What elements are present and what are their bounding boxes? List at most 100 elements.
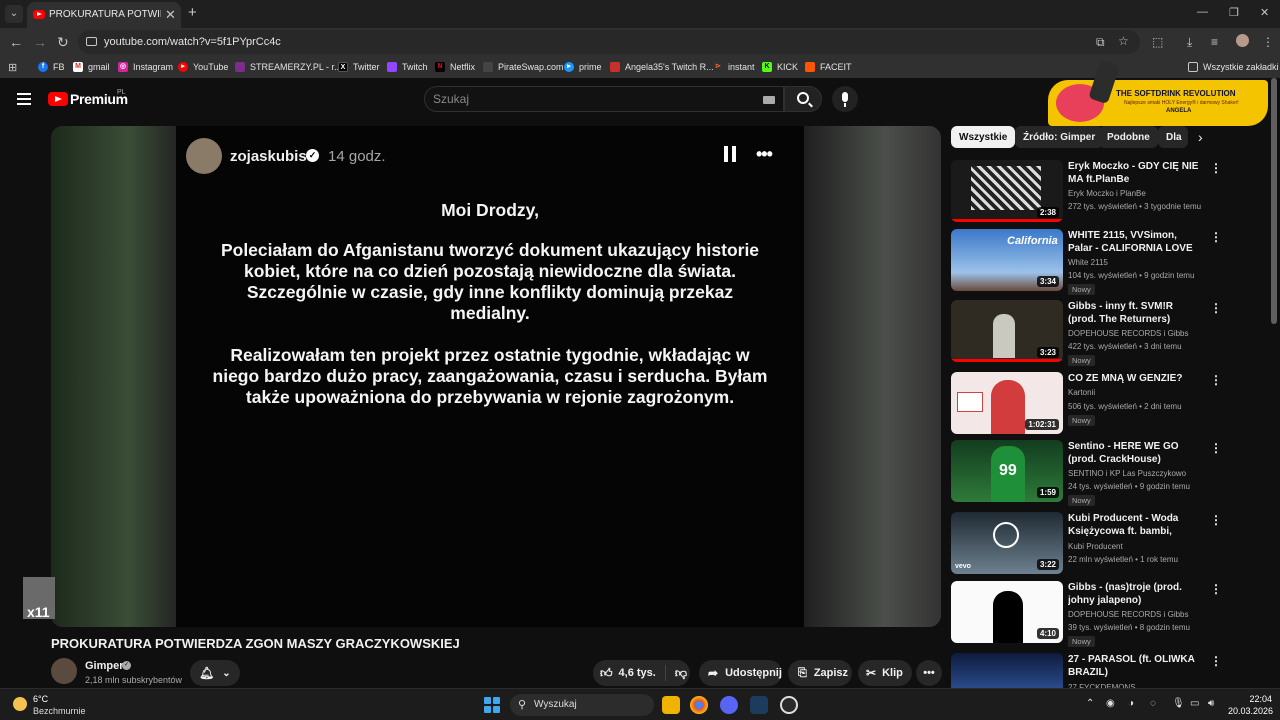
reload-icon[interactable]: ↻ xyxy=(57,34,69,51)
search-input[interactable] xyxy=(433,92,733,106)
url-text[interactable]: youtube.com/watch?v=5f1PYprCc4c xyxy=(104,36,281,48)
bookmark-youtube[interactable]: ▸ YouTube xyxy=(178,60,228,74)
tray-discord-icon[interactable]: ◑ xyxy=(1128,698,1134,709)
weather-description[interactable]: Bezchmurnie xyxy=(33,706,86,716)
rec-title[interactable]: Gibbs - (nas)troje (prod. johny jalapeno… xyxy=(1068,581,1203,607)
bookmark-prime[interactable]: ▸ prime xyxy=(564,60,602,74)
chip-for-you[interactable]: Dla xyxy=(1158,126,1188,148)
more-actions-button[interactable]: ••• xyxy=(916,660,942,686)
video-thumbnail[interactable]: California 3:34 xyxy=(951,229,1063,291)
video-thumbnail[interactable] xyxy=(951,653,1063,688)
video-player[interactable]: zojaskubis ✓ 14 godz. ••• Moi Drodzy, Po… xyxy=(51,126,941,627)
rec-menu-icon[interactable]: ⋮ xyxy=(1210,582,1222,596)
share-button[interactable]: ➦ Udostępnij xyxy=(699,660,782,686)
rec-channel[interactable]: Eryk Moczko i PlanBe xyxy=(1068,187,1208,200)
close-tab-icon[interactable]: ✕ xyxy=(165,7,176,23)
video-thumbnail[interactable]: 2:38 xyxy=(951,160,1063,222)
video-thumbnail[interactable]: 99 1:59 xyxy=(951,440,1063,502)
bookmark-angela-twitch[interactable]: Angela35's Twitch R... xyxy=(610,60,714,74)
rec-menu-icon[interactable]: ⋮ xyxy=(1210,301,1222,315)
media-controls-icon[interactable]: ≡ xyxy=(1211,35,1218,49)
tray-steam-icon[interactable]: ◌ xyxy=(1150,698,1156,709)
notifications-button[interactable]: 🔔︎ ⌄ xyxy=(190,660,240,686)
chip-all[interactable]: Wszystkie xyxy=(951,126,1016,148)
bookmark-netflix[interactable]: N Netflix xyxy=(435,60,475,74)
video-thumbnail[interactable]: 3:23 xyxy=(951,300,1063,362)
bookmark-instant[interactable]: ⊳ instant xyxy=(713,60,754,74)
video-thumbnail[interactable]: 4:10 xyxy=(951,581,1063,643)
bookmark-star-icon[interactable]: ☆ xyxy=(1118,34,1129,48)
page-scrollbar[interactable] xyxy=(1271,78,1277,324)
bookmark-fb[interactable]: f FB xyxy=(38,60,65,74)
chip-related[interactable]: Podobne xyxy=(1099,126,1158,148)
clock-time[interactable]: 22:04 xyxy=(1244,694,1272,704)
microphone-icon[interactable]: 🎙︎ xyxy=(1172,698,1185,709)
discord-icon[interactable] xyxy=(720,696,738,714)
file-explorer-icon[interactable] xyxy=(662,696,680,714)
forward-icon[interactable]: → xyxy=(33,34,47,50)
video-thumbnail[interactable]: 1:02:31 xyxy=(951,372,1063,434)
close-window-icon[interactable]: ✕ xyxy=(1260,6,1269,19)
search-box[interactable] xyxy=(424,86,784,112)
bookmark-kick[interactable]: K KICK xyxy=(762,60,798,74)
chip-source[interactable]: Źródło: Gimper xyxy=(1015,126,1104,148)
install-app-icon[interactable]: ⧉ xyxy=(1096,35,1105,50)
weather-temperature[interactable]: 6°C xyxy=(33,694,48,704)
rec-title[interactable]: CO ZE MNĄ W GENZIE? xyxy=(1068,372,1203,385)
chrome-menu-icon[interactable]: ⋮ xyxy=(1262,35,1274,49)
rec-channel[interactable]: White 2115 xyxy=(1068,256,1208,269)
rec-title[interactable]: 27 - PARASOL (ft. OLIWKA BRAZIL) xyxy=(1068,653,1203,679)
voice-search-button[interactable] xyxy=(832,86,858,112)
rec-channel[interactable]: DOPEHOUSE RECORDS i Gibbs xyxy=(1068,327,1208,340)
profile-avatar[interactable] xyxy=(1236,34,1249,47)
moon-weather-icon[interactable] xyxy=(13,697,27,711)
rec-channel[interactable]: SENTINO i KP Las Puszczykowo xyxy=(1068,467,1208,480)
maximize-icon[interactable]: ❐ xyxy=(1229,6,1239,19)
apps-grid-icon[interactable]: ⊞ xyxy=(8,60,17,74)
minimize-icon[interactable]: — xyxy=(1197,6,1208,18)
active-tab[interactable]: PROKURATURA POTWIERDZA Z ✕ xyxy=(27,2,181,28)
start-button[interactable] xyxy=(484,697,500,713)
all-bookmarks-folder[interactable]: Wszystkie zakładki xyxy=(1188,60,1279,74)
bookmark-streamerzy[interactable]: STREAMERZY.PL - r... xyxy=(235,60,342,74)
rec-title[interactable]: Kubi Producent - Woda Księżycowa ft. bam… xyxy=(1068,512,1203,538)
clock-date[interactable]: 20.03.2026 xyxy=(1228,706,1273,716)
bookmark-pirateswap[interactable]: PirateSwap.com xyxy=(483,60,564,74)
rec-channel[interactable]: DOPEHOUSE RECORDS i Gibbs xyxy=(1068,608,1208,621)
rec-menu-icon[interactable]: ⋮ xyxy=(1210,513,1222,527)
downloads-icon[interactable]: ⤓ xyxy=(1187,35,1192,50)
taskbar-search[interactable]: ⚲ Wyszukaj xyxy=(510,694,654,716)
search-button[interactable] xyxy=(784,86,822,112)
chrome-icon[interactable] xyxy=(690,696,708,714)
keyboard-icon[interactable] xyxy=(763,96,775,104)
extensions-icon[interactable]: ⬚ xyxy=(1152,35,1163,49)
new-tab-icon[interactable]: + xyxy=(188,4,197,21)
menu-icon[interactable] xyxy=(17,93,31,105)
youtube-logo-icon[interactable] xyxy=(48,92,68,106)
site-info-icon[interactable] xyxy=(86,37,97,46)
rec-menu-icon[interactable]: ⋮ xyxy=(1210,161,1222,175)
bookmark-instagram[interactable]: ◎ Instagram xyxy=(118,60,173,74)
bookmark-faceit[interactable]: FACEIT xyxy=(805,60,852,74)
like-count[interactable]: 4,6 tys. xyxy=(619,667,656,679)
rec-menu-icon[interactable]: ⋮ xyxy=(1210,654,1222,668)
rec-title[interactable]: Eryk Moczko - GDY CIĘ NIE MA ft.PlanBe xyxy=(1068,160,1203,186)
tab-search-icon[interactable]: ⌄ xyxy=(5,5,23,23)
back-icon[interactable]: ← xyxy=(9,34,23,50)
rec-menu-icon[interactable]: ⋮ xyxy=(1210,373,1222,387)
rec-menu-icon[interactable]: ⋮ xyxy=(1210,441,1222,455)
dislike-icon[interactable]: 👎︎ xyxy=(675,666,687,681)
rec-title[interactable]: WHITE 2115, VVSimon, Palar - CALIFORNIA … xyxy=(1068,229,1203,255)
like-icon[interactable]: 👍︎ xyxy=(600,666,613,681)
rec-menu-icon[interactable]: ⋮ xyxy=(1210,230,1222,244)
rec-channel[interactable]: 27 FYCKDEMONS xyxy=(1068,681,1208,688)
address-bar[interactable]: youtube.com/watch?v=5f1PYprCc4c ⧉ ☆ xyxy=(78,30,1140,54)
bookmark-gmail[interactable]: Mgmail xyxy=(73,60,110,74)
chevron-right-icon[interactable]: › xyxy=(1198,129,1203,145)
steam-icon[interactable] xyxy=(780,696,798,714)
channel-name[interactable]: Gimper xyxy=(85,660,124,672)
ad-banner[interactable]: THE SOFTDRINK REVOLUTION Najlepsze smaki… xyxy=(1048,80,1268,126)
rec-title[interactable]: Gibbs - inny ft. SVM!R (prod. The Return… xyxy=(1068,300,1203,326)
clip-button[interactable]: ✂ Klip xyxy=(858,660,912,686)
bookmark-twitter[interactable]: X Twitter xyxy=(338,60,380,74)
